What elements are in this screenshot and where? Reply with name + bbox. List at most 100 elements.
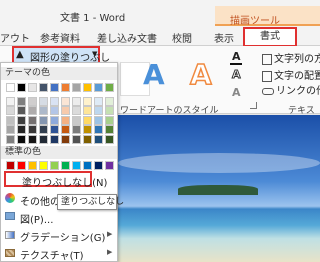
theme-color-swatch[interactable]	[61, 125, 70, 134]
standard-color-swatch[interactable]	[94, 161, 103, 170]
theme-color-swatch[interactable]	[28, 106, 37, 115]
tab-references[interactable]: 参考資料	[40, 30, 80, 45]
color-wheel-icon	[5, 193, 15, 203]
standard-color-swatch[interactable]	[83, 161, 92, 170]
tab-format[interactable]: 書式	[243, 27, 297, 47]
theme-color-swatch[interactable]	[94, 115, 103, 125]
theme-color-swatch[interactable]	[61, 115, 70, 125]
theme-color-swatch[interactable]	[83, 134, 92, 144]
theme-color-swatch[interactable]	[105, 83, 114, 92]
tab-mailings[interactable]: 差し込み文書	[97, 30, 157, 45]
theme-color-swatch[interactable]	[39, 125, 48, 134]
text-direction-button[interactable]: 文字列の方	[262, 50, 320, 65]
text-align-button[interactable]: 文字の配置	[262, 67, 320, 82]
theme-color-swatch[interactable]	[94, 134, 103, 144]
theme-color-swatch[interactable]	[105, 115, 114, 125]
theme-color-swatch[interactable]	[50, 106, 59, 115]
theme-color-swatch[interactable]	[94, 106, 103, 115]
text-align-label: 文字の配置	[274, 71, 320, 82]
theme-color-swatch[interactable]	[83, 115, 92, 125]
theme-color-swatch[interactable]	[28, 125, 37, 134]
tooltip: 塗りつぶしなし	[57, 194, 124, 210]
text-effects-icon[interactable]: A	[232, 86, 241, 99]
document-image[interactable]	[118, 115, 320, 262]
theme-color-swatch[interactable]	[94, 96, 103, 106]
standard-color-swatch[interactable]	[17, 161, 26, 170]
wordart-style-2[interactable]: A	[143, 58, 165, 91]
picture-item[interactable]: 図(P)...	[20, 211, 53, 226]
theme-color-swatch[interactable]	[17, 125, 26, 134]
theme-color-swatch[interactable]	[28, 115, 37, 125]
theme-color-swatch[interactable]	[39, 96, 48, 106]
theme-color-swatch[interactable]	[105, 96, 114, 106]
theme-color-swatch[interactable]	[50, 125, 59, 134]
tab-layout[interactable]: アウト	[0, 30, 30, 45]
theme-color-swatch[interactable]	[17, 96, 26, 106]
dialog-launcher-icon[interactable]	[250, 102, 257, 109]
theme-color-swatch[interactable]	[39, 83, 48, 92]
tab-review[interactable]: 校閲	[172, 30, 192, 45]
text-outline-icon[interactable]: A	[232, 68, 241, 82]
theme-color-swatch[interactable]	[17, 134, 26, 144]
theme-color-swatch[interactable]	[61, 134, 70, 144]
theme-color-grid	[6, 83, 116, 145]
theme-color-swatch[interactable]	[39, 106, 48, 115]
theme-color-swatch[interactable]	[72, 115, 81, 125]
gradient-item[interactable]: グラデーション(G)	[20, 229, 105, 244]
theme-color-swatch[interactable]	[94, 125, 103, 134]
standard-color-swatch[interactable]	[72, 161, 81, 170]
theme-color-swatch[interactable]	[105, 125, 114, 134]
theme-color-swatch[interactable]	[28, 83, 37, 92]
theme-color-swatch[interactable]	[61, 106, 70, 115]
create-link-button[interactable]: リンクの作成	[262, 82, 320, 97]
gradient-icon	[5, 231, 15, 239]
theme-color-swatch[interactable]	[6, 115, 15, 125]
text-direction-icon	[262, 53, 272, 65]
theme-color-swatch[interactable]	[28, 96, 37, 106]
standard-color-swatch[interactable]	[39, 161, 48, 170]
theme-color-swatch[interactable]	[72, 106, 81, 115]
theme-color-swatch[interactable]	[17, 115, 26, 125]
theme-color-swatch[interactable]	[6, 125, 15, 134]
standard-color-swatch[interactable]	[61, 161, 70, 170]
link-icon	[262, 87, 274, 95]
theme-color-swatch[interactable]	[50, 96, 59, 106]
theme-color-swatch[interactable]	[72, 96, 81, 106]
theme-color-swatch[interactable]	[39, 115, 48, 125]
theme-color-swatch[interactable]	[39, 134, 48, 144]
theme-color-swatch[interactable]	[6, 96, 15, 106]
standard-color-swatch[interactable]	[50, 161, 59, 170]
theme-color-swatch[interactable]	[72, 83, 81, 92]
standard-color-swatch[interactable]	[105, 161, 114, 170]
theme-color-swatch[interactable]	[50, 134, 59, 144]
texture-item[interactable]: テクスチャ(T)	[20, 247, 84, 262]
no-fill-label: 塗りつぶしなし(N)	[22, 178, 108, 189]
theme-color-swatch[interactable]	[72, 134, 81, 144]
standard-color-swatch[interactable]	[28, 161, 37, 170]
create-link-label: リンクの作成	[276, 86, 320, 97]
theme-color-swatch[interactable]	[28, 134, 37, 144]
theme-color-swatch[interactable]	[72, 125, 81, 134]
theme-color-swatch[interactable]	[83, 96, 92, 106]
theme-color-swatch[interactable]	[61, 83, 70, 92]
theme-color-swatch[interactable]	[83, 125, 92, 134]
standard-color-swatch[interactable]	[6, 161, 15, 170]
theme-color-swatch[interactable]	[61, 96, 70, 106]
theme-color-swatch[interactable]	[50, 83, 59, 92]
theme-color-swatch[interactable]	[83, 106, 92, 115]
theme-color-swatch[interactable]	[6, 83, 15, 92]
theme-color-swatch[interactable]	[105, 134, 114, 144]
theme-color-swatch[interactable]	[6, 134, 15, 144]
paint-bucket-icon: ▲	[16, 49, 24, 60]
theme-color-swatch[interactable]	[17, 106, 26, 115]
theme-color-swatch[interactable]	[105, 106, 114, 115]
tab-view[interactable]: 表示	[214, 30, 234, 45]
picture-icon	[5, 212, 15, 220]
theme-color-swatch[interactable]	[6, 106, 15, 115]
text-fill-icon[interactable]: A	[232, 50, 241, 63]
theme-color-swatch[interactable]	[94, 83, 103, 92]
wordart-style-3[interactable]: A	[189, 57, 212, 92]
theme-color-swatch[interactable]	[50, 115, 59, 125]
theme-color-swatch[interactable]	[83, 83, 92, 92]
theme-color-swatch[interactable]	[17, 83, 26, 92]
